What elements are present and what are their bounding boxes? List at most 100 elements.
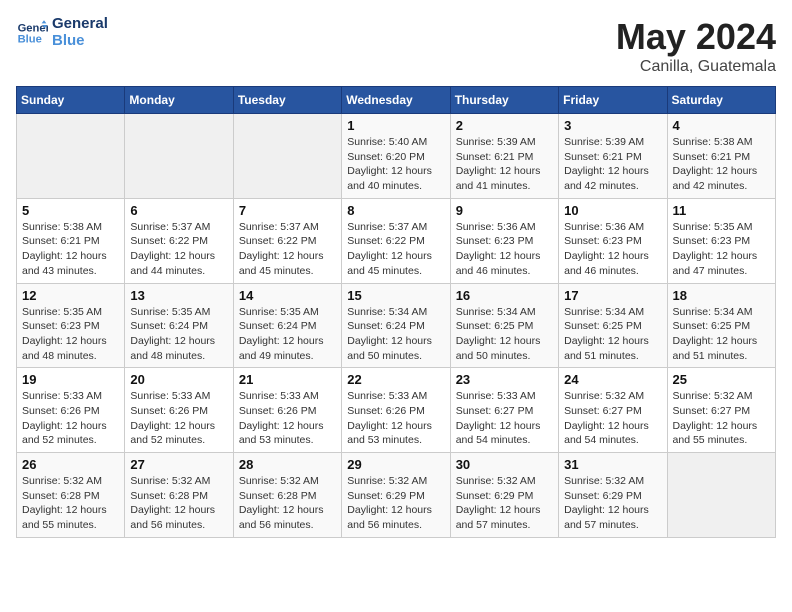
calendar-header: SundayMondayTuesdayWednesdayThursdayFrid… (17, 87, 776, 114)
day-number: 31 (564, 457, 661, 472)
day-number: 19 (22, 372, 119, 387)
header: General Blue General Blue May 2024 Canil… (16, 16, 776, 76)
weekday-header-row: SundayMondayTuesdayWednesdayThursdayFrid… (17, 87, 776, 114)
day-number: 2 (456, 118, 553, 133)
day-detail: Sunrise: 5:33 AM Sunset: 6:26 PM Dayligh… (130, 389, 227, 448)
weekday-header-sunday: Sunday (17, 87, 125, 114)
day-detail: Sunrise: 5:32 AM Sunset: 6:28 PM Dayligh… (239, 474, 336, 533)
day-number: 17 (564, 288, 661, 303)
calendar-cell: 29Sunrise: 5:32 AM Sunset: 6:29 PM Dayli… (342, 453, 450, 538)
calendar-week-3: 12Sunrise: 5:35 AM Sunset: 6:23 PM Dayli… (17, 283, 776, 368)
calendar-week-5: 26 Sunrise: 5:32 AM Sunset: 6:28 PM Dayli… (17, 453, 776, 538)
logo-text-blue: Blue (52, 33, 108, 50)
calendar-table: SundayMondayTuesdayWednesdayThursdayFrid… (16, 86, 776, 538)
calendar-cell: 11 Sunrise: 5:35 AM Sunset: 6:23 PM Dayli… (667, 198, 775, 283)
weekday-header-friday: Friday (559, 87, 667, 114)
calendar-week-4: 19 Sunrise: 5:33 AM Sunset: 6:26 PM Dayli… (17, 368, 776, 453)
calendar-cell: 15 Sunrise: 5:34 AM Sunset: 6:24 PM Dayli… (342, 283, 450, 368)
day-number: 13 (130, 288, 227, 303)
day-number: 6 (130, 203, 227, 218)
calendar-cell: 26 Sunrise: 5:32 AM Sunset: 6:28 PM Dayli… (17, 453, 125, 538)
day-detail: Sunrise: 5:32 AM Sunset: 6:29 PM Dayligh… (456, 474, 553, 533)
weekday-header-thursday: Thursday (450, 87, 558, 114)
calendar-cell (125, 114, 233, 199)
calendar-cell: 3Sunrise: 5:39 AM Sunset: 6:21 PM Daylig… (559, 114, 667, 199)
day-number: 14 (239, 288, 336, 303)
calendar-cell: 6Sunrise: 5:37 AM Sunset: 6:22 PM Daylig… (125, 198, 233, 283)
day-number: 8 (347, 203, 444, 218)
calendar-cell: 7 Sunrise: 5:37 AM Sunset: 6:22 PM Daylig… (233, 198, 341, 283)
calendar-cell: 16Sunrise: 5:34 AM Sunset: 6:25 PM Dayli… (450, 283, 558, 368)
logo-text-general: General (52, 16, 108, 33)
day-detail: Sunrise: 5:35 AM Sunset: 6:23 PM Dayligh… (22, 305, 119, 364)
calendar-cell: 27Sunrise: 5:32 AM Sunset: 6:28 PM Dayli… (125, 453, 233, 538)
calendar-cell: 5 Sunrise: 5:38 AM Sunset: 6:21 PM Daylig… (17, 198, 125, 283)
weekday-header-saturday: Saturday (667, 87, 775, 114)
calendar-cell: 8 Sunrise: 5:37 AM Sunset: 6:22 PM Daylig… (342, 198, 450, 283)
calendar-cell: 19 Sunrise: 5:33 AM Sunset: 6:26 PM Dayli… (17, 368, 125, 453)
calendar-cell (17, 114, 125, 199)
day-number: 24 (564, 372, 661, 387)
calendar-cell: 24 Sunrise: 5:32 AM Sunset: 6:27 PM Dayli… (559, 368, 667, 453)
calendar-subtitle: Canilla, Guatemala (616, 58, 776, 76)
weekday-header-monday: Monday (125, 87, 233, 114)
calendar-week-2: 5 Sunrise: 5:38 AM Sunset: 6:21 PM Daylig… (17, 198, 776, 283)
day-detail: Sunrise: 5:37 AM Sunset: 6:22 PM Dayligh… (239, 220, 336, 279)
day-number: 5 (22, 203, 119, 218)
calendar-cell: 25 Sunrise: 5:32 AM Sunset: 6:27 PM Dayli… (667, 368, 775, 453)
calendar-week-1: 1 Sunrise: 5:40 AM Sunset: 6:20 PM Daylig… (17, 114, 776, 199)
calendar-cell: 13 Sunrise: 5:35 AM Sunset: 6:24 PM Dayli… (125, 283, 233, 368)
day-detail: Sunrise: 5:34 AM Sunset: 6:25 PM Dayligh… (564, 305, 661, 364)
logo-icon: General Blue (16, 17, 48, 49)
day-detail: Sunrise: 5:33 AM Sunset: 6:26 PM Dayligh… (239, 389, 336, 448)
day-detail: Sunrise: 5:32 AM Sunset: 6:27 PM Dayligh… (564, 389, 661, 448)
day-number: 20 (130, 372, 227, 387)
day-number: 23 (456, 372, 553, 387)
day-detail: Sunrise: 5:32 AM Sunset: 6:28 PM Dayligh… (130, 474, 227, 533)
day-detail: Sunrise: 5:36 AM Sunset: 6:23 PM Dayligh… (564, 220, 661, 279)
day-detail: Sunrise: 5:39 AM Sunset: 6:21 PM Dayligh… (456, 135, 553, 194)
day-detail: Sunrise: 5:38 AM Sunset: 6:21 PM Dayligh… (22, 220, 119, 279)
day-detail: Sunrise: 5:35 AM Sunset: 6:24 PM Dayligh… (130, 305, 227, 364)
weekday-header-wednesday: Wednesday (342, 87, 450, 114)
day-detail: Sunrise: 5:33 AM Sunset: 6:26 PM Dayligh… (22, 389, 119, 448)
day-number: 29 (347, 457, 444, 472)
calendar-cell: 2 Sunrise: 5:39 AM Sunset: 6:21 PM Daylig… (450, 114, 558, 199)
calendar-body: 1 Sunrise: 5:40 AM Sunset: 6:20 PM Daylig… (17, 114, 776, 538)
day-detail: Sunrise: 5:35 AM Sunset: 6:23 PM Dayligh… (673, 220, 770, 279)
day-detail: Sunrise: 5:37 AM Sunset: 6:22 PM Dayligh… (347, 220, 444, 279)
calendar-cell (233, 114, 341, 199)
day-number: 7 (239, 203, 336, 218)
calendar-cell: 23 Sunrise: 5:33 AM Sunset: 6:27 PM Dayli… (450, 368, 558, 453)
day-detail: Sunrise: 5:33 AM Sunset: 6:27 PM Dayligh… (456, 389, 553, 448)
day-number: 18 (673, 288, 770, 303)
day-detail: Sunrise: 5:32 AM Sunset: 6:27 PM Dayligh… (673, 389, 770, 448)
day-detail: Sunrise: 5:32 AM Sunset: 6:29 PM Dayligh… (564, 474, 661, 533)
day-detail: Sunrise: 5:32 AM Sunset: 6:28 PM Dayligh… (22, 474, 119, 533)
calendar-cell: 1 Sunrise: 5:40 AM Sunset: 6:20 PM Daylig… (342, 114, 450, 199)
calendar-cell: 9 Sunrise: 5:36 AM Sunset: 6:23 PM Daylig… (450, 198, 558, 283)
calendar-cell: 4Sunrise: 5:38 AM Sunset: 6:21 PM Daylig… (667, 114, 775, 199)
day-number: 21 (239, 372, 336, 387)
calendar-cell: 10 Sunrise: 5:36 AM Sunset: 6:23 PM Dayli… (559, 198, 667, 283)
day-number: 30 (456, 457, 553, 472)
day-number: 1 (347, 118, 444, 133)
day-detail: Sunrise: 5:34 AM Sunset: 6:24 PM Dayligh… (347, 305, 444, 364)
day-number: 26 (22, 457, 119, 472)
calendar-cell: 31 Sunrise: 5:32 AM Sunset: 6:29 PM Dayli… (559, 453, 667, 538)
day-number: 22 (347, 372, 444, 387)
day-detail: Sunrise: 5:34 AM Sunset: 6:25 PM Dayligh… (673, 305, 770, 364)
svg-text:Blue: Blue (18, 33, 42, 45)
day-detail: Sunrise: 5:35 AM Sunset: 6:24 PM Dayligh… (239, 305, 336, 364)
day-detail: Sunrise: 5:40 AM Sunset: 6:20 PM Dayligh… (347, 135, 444, 194)
day-number: 15 (347, 288, 444, 303)
day-detail: Sunrise: 5:34 AM Sunset: 6:25 PM Dayligh… (456, 305, 553, 364)
day-number: 11 (673, 203, 770, 218)
title-area: May 2024 Canilla, Guatemala (616, 16, 776, 76)
calendar-cell: 20 Sunrise: 5:33 AM Sunset: 6:26 PM Dayli… (125, 368, 233, 453)
day-number: 25 (673, 372, 770, 387)
calendar-cell: 28Sunrise: 5:32 AM Sunset: 6:28 PM Dayli… (233, 453, 341, 538)
day-number: 10 (564, 203, 661, 218)
day-detail: Sunrise: 5:36 AM Sunset: 6:23 PM Dayligh… (456, 220, 553, 279)
day-number: 9 (456, 203, 553, 218)
